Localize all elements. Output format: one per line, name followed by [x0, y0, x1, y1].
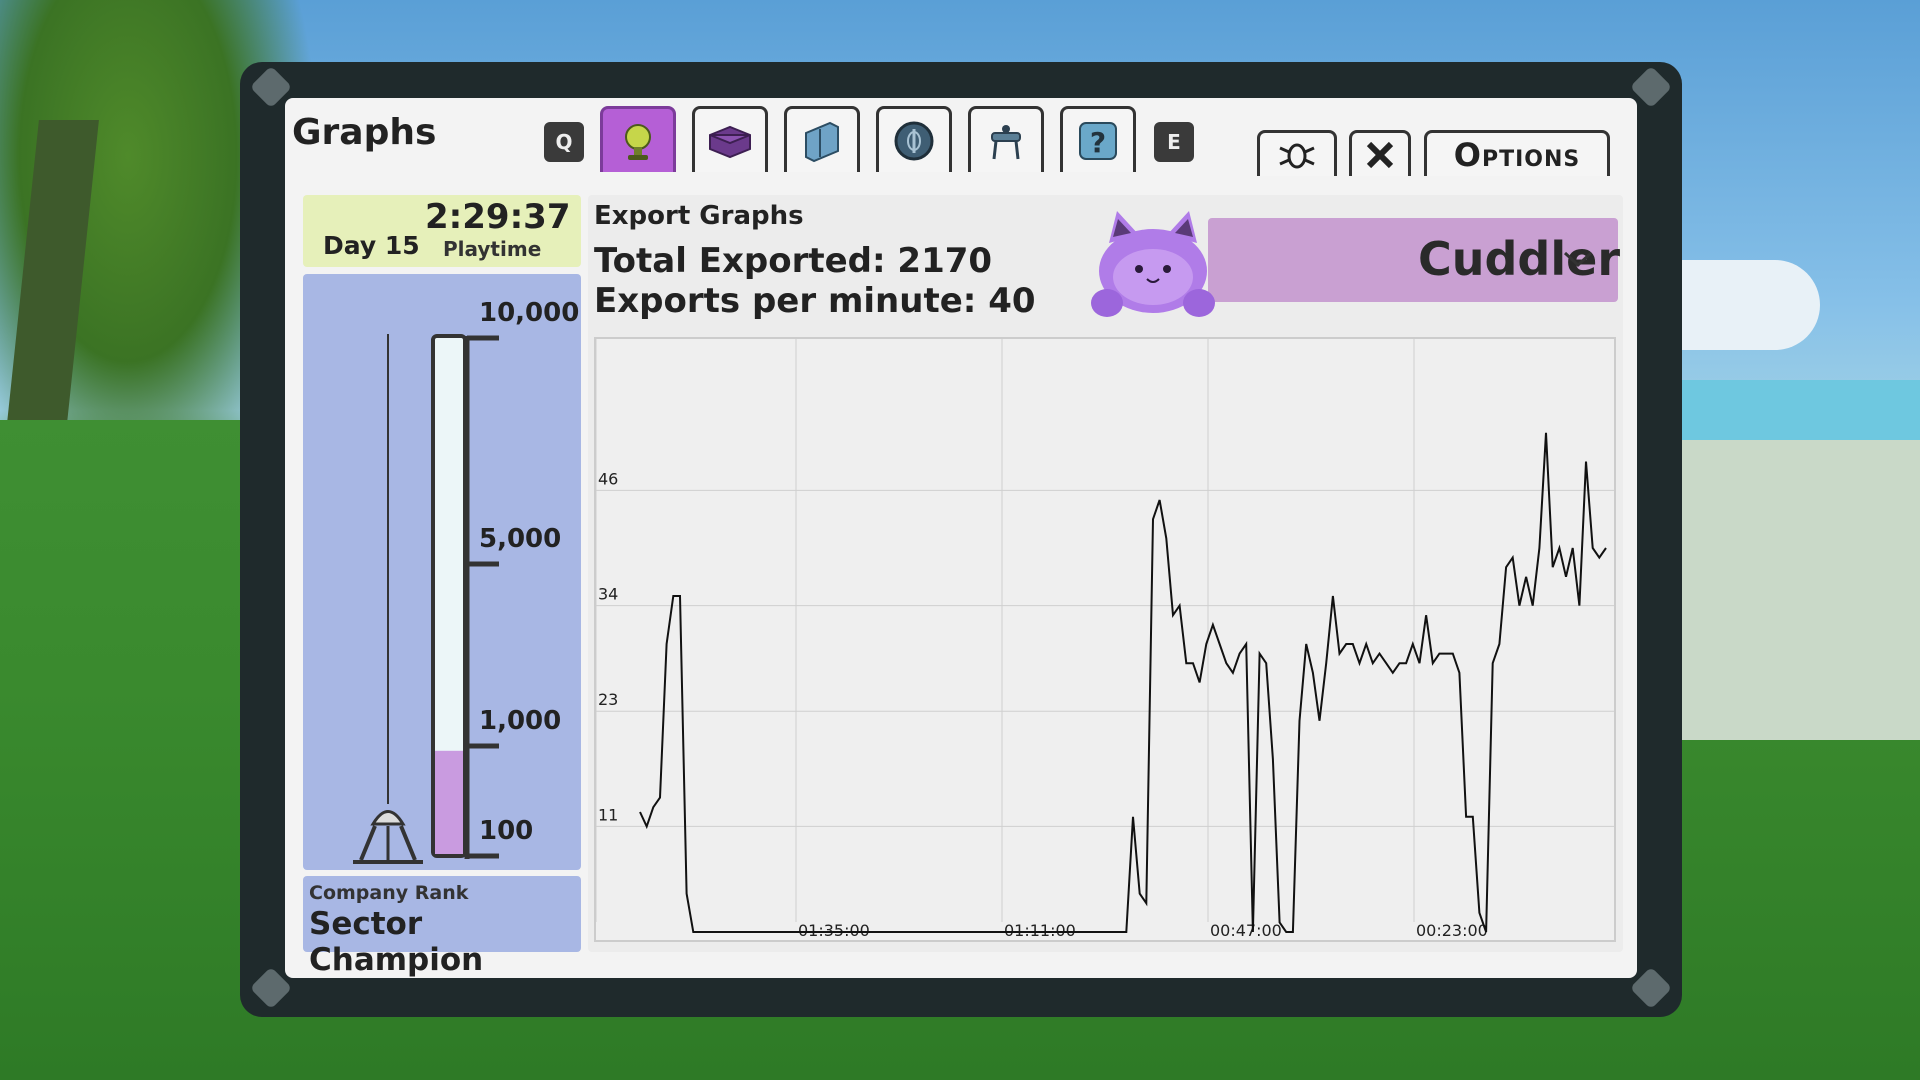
company-rank-value: Sector Champion	[309, 906, 484, 978]
export-graphs-title: Export Graphs	[594, 201, 804, 231]
crate-icon	[709, 125, 751, 158]
lab-icon	[991, 124, 1021, 159]
cuddler-icon	[1091, 211, 1215, 317]
exports-per-minute: Exports per minute: 40	[594, 281, 1036, 321]
bug-report-button[interactable]	[1257, 130, 1337, 176]
company-rank-caption: Company Rank	[309, 882, 469, 904]
x-tick-label: 01:11:00	[1004, 921, 1076, 940]
prev-tab-key[interactable]: Q	[544, 122, 584, 162]
y-tick-label: 46	[598, 469, 618, 488]
tab-coin[interactable]	[876, 106, 952, 172]
company-rank-panel: Company Rank Sector Champion	[303, 876, 581, 978]
y-tick-label: 23	[598, 690, 618, 709]
tab-help[interactable]: ?	[1060, 106, 1136, 172]
export-line-chart: 46 34 23 11 01:35:00 01:11:00 00:47:00 00:23:0…	[594, 337, 1616, 942]
gauge-label-100: 100	[479, 816, 534, 846]
tab-panel[interactable]	[784, 106, 860, 172]
playtime-clock: 2:29:37	[425, 197, 571, 237]
chevron-down-icon	[1563, 251, 1593, 268]
question-icon: ?	[1079, 121, 1117, 160]
options-label: Options	[1453, 135, 1581, 174]
svg-text:?: ?	[1090, 126, 1106, 159]
export-gauge	[353, 334, 499, 864]
x-tick-label: 00:47:00	[1210, 921, 1282, 940]
total-exported: Total Exported: 2170	[594, 241, 993, 281]
tab-lab[interactable]	[968, 106, 1044, 172]
trophy-icon	[625, 123, 651, 160]
next-tab-key[interactable]: E	[1154, 122, 1194, 162]
series-line	[639, 432, 1607, 933]
export-graphs-panel: Export Graphs Total Exported: 2170 Expor…	[588, 195, 1623, 952]
chart-canvas: 46 34 23 11 01:35:00 01:11:00 00:47:00 00:23:0…	[595, 339, 1614, 940]
playtime-panel: 2:29:37 Day 15 Playtime	[303, 195, 581, 267]
day-counter: Day 15	[323, 231, 420, 260]
panel-icon	[805, 121, 839, 162]
window-title: Graphs	[292, 112, 437, 153]
antenna-icon	[353, 810, 423, 864]
x-tick-label: 00:23:00	[1416, 921, 1488, 940]
item-select-dropdown[interactable]: Cuddler	[1208, 218, 1620, 302]
options-button[interactable]: Options	[1424, 130, 1610, 176]
coin-icon	[894, 121, 934, 160]
tab-crate[interactable]	[692, 106, 768, 172]
gauge-label-5000: 5,000	[479, 524, 562, 554]
x-tick-label: 01:35:00	[798, 921, 870, 940]
tab-trophy[interactable]	[600, 106, 676, 172]
close-icon	[1366, 141, 1394, 168]
gauge-label-10000: 10,000	[479, 298, 580, 328]
background-beach	[1680, 440, 1920, 740]
bug-icon	[1279, 143, 1315, 168]
gauge-label-1000: 1,000	[479, 706, 562, 736]
y-tick-label: 34	[598, 585, 618, 604]
playtime-label: Playtime	[443, 237, 542, 261]
y-tick-label: 11	[598, 805, 618, 824]
gauge-fill	[435, 750, 463, 854]
close-button[interactable]	[1349, 130, 1411, 176]
export-gauge-panel: 10,000 5,000 1,000 100	[303, 274, 581, 870]
